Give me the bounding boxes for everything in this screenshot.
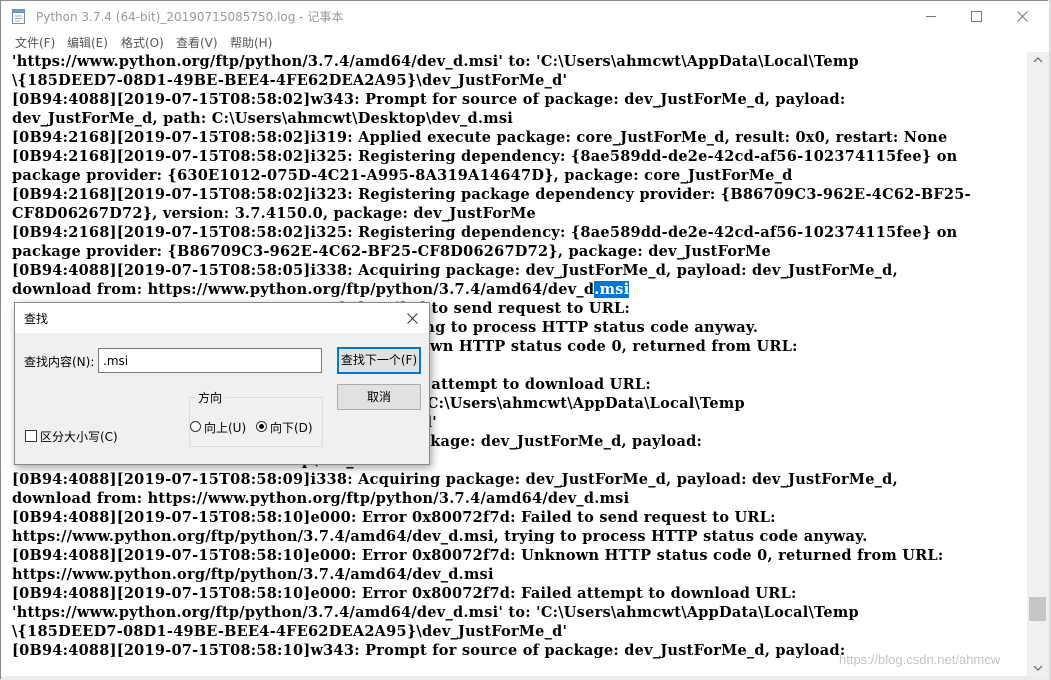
- scroll-up-button[interactable]: [1027, 52, 1049, 69]
- log-line: dev_JustForMe_d, path: C:\Users\ahmcwt\D…: [12, 110, 514, 127]
- window-title: Python 3.7.4 (64-bit)_20190715085750.log…: [36, 10, 344, 24]
- vertical-scrollbar[interactable]: [1027, 52, 1049, 676]
- log-line: [0B94:2168][2019-07-15T08:58:02]i325: Re…: [12, 224, 958, 241]
- find-dialog-title: 查找: [24, 312, 49, 326]
- find-next-button[interactable]: 查找下一个(F): [337, 347, 421, 374]
- menu-format[interactable]: 格式(O): [121, 34, 164, 51]
- close-icon: [407, 313, 418, 324]
- log-line: 'https://www.python.org/ftp/python/3.7.4…: [12, 53, 859, 70]
- log-line: package provider: {B86709C3-962E-4C62-BF…: [12, 243, 771, 260]
- direction-up-label[interactable]: 向上(U): [204, 419, 246, 436]
- log-line: 'https://www.python.org/ftp/python/3.7.4…: [12, 604, 859, 621]
- log-line: \{185DEED7-08D1-49BE-BEE4-4FE62DEA2A95}\…: [12, 623, 568, 640]
- log-line: [0B94:4088][2019-07-15T08:58:10]e000: Er…: [12, 509, 776, 526]
- chevron-up-icon: [1033, 57, 1043, 63]
- close-button[interactable]: [999, 1, 1045, 32]
- match-case-label[interactable]: 区分大小写(C): [40, 428, 118, 445]
- direction-up-radio[interactable]: [190, 421, 201, 432]
- find-dialog-close-button[interactable]: [399, 307, 427, 329]
- log-line: https://www.python.org/ftp/python/3.7.4/…: [12, 528, 868, 545]
- log-line: download from: https://www.python.org/ft…: [12, 281, 630, 298]
- log-line: [0B94:4088][2019-07-15T08:58:05]i338: Ac…: [12, 262, 898, 279]
- log-line: [0B94:2168][2019-07-15T08:58:02]i323: Re…: [12, 186, 971, 203]
- menu-edit[interactable]: 编辑(E): [67, 34, 108, 51]
- log-line: [0B94:4088][2019-07-15T08:58:10]w343: Pr…: [12, 642, 846, 659]
- minimize-button[interactable]: [908, 1, 954, 32]
- log-line: package provider: {630E1012-075D-4C21-A9…: [12, 167, 793, 184]
- log-line: [0B94:4088][2019-07-15T08:58:10]e000: Er…: [12, 585, 797, 602]
- maximize-button[interactable]: [953, 1, 999, 32]
- direction-down-radio[interactable]: [256, 421, 267, 432]
- selected-match: .msi: [594, 281, 630, 298]
- find-what-input[interactable]: .msi: [98, 348, 322, 373]
- log-line: [0B94:2168][2019-07-15T08:58:02]i319: Ap…: [12, 129, 948, 146]
- match-case-checkbox[interactable]: [25, 430, 37, 442]
- find-dialog-title-bar[interactable]: 查找: [15, 303, 429, 333]
- log-line: [0B94:4088][2019-07-15T08:58:10]e000: Er…: [12, 547, 944, 564]
- menu-help[interactable]: 帮助(H): [230, 34, 272, 51]
- menu-bar: 文件(F) 编辑(E) 格式(O) 查看(V) 帮助(H): [1, 32, 1049, 52]
- log-line: CF8D06267D72}, version: 3.7.4150.0, pack…: [12, 205, 537, 222]
- watermark: https://blog.csdn.net/ahmcw: [839, 652, 1001, 667]
- status-strip: [1, 676, 1049, 680]
- log-line: [0B94:4088][2019-07-15T08:58:02]w343: Pr…: [12, 91, 846, 108]
- scroll-thumb[interactable]: [1029, 597, 1046, 621]
- log-line: download from: https://www.python.org/ft…: [12, 490, 630, 507]
- title-bar[interactable]: Python 3.7.4 (64-bit)_20190715085750.log…: [1, 1, 1049, 32]
- scroll-down-button[interactable]: [1027, 659, 1049, 676]
- notepad-icon: [12, 9, 25, 24]
- find-dialog: 查找 查找内容(N): .msi 查找下一个(F) 取消 方向 向上(U) 向下…: [14, 302, 430, 465]
- radio-selected-dot: [259, 424, 264, 429]
- maximize-icon: [971, 11, 982, 22]
- log-line: https://www.python.org/ftp/python/3.7.4/…: [12, 566, 494, 583]
- log-line: \{185DEED7-08D1-49BE-BEE4-4FE62DEA2A95}\…: [12, 72, 568, 89]
- direction-down-label[interactable]: 向下(D): [270, 419, 313, 436]
- direction-label: 方向: [195, 389, 226, 406]
- menu-view[interactable]: 查看(V): [176, 34, 218, 51]
- log-line: [0B94:2168][2019-07-15T08:58:02]i325: Re…: [12, 148, 958, 165]
- cancel-button[interactable]: 取消: [337, 384, 421, 410]
- close-icon: [1017, 11, 1028, 22]
- log-line: [0B94:4088][2019-07-15T08:58:09]i338: Ac…: [12, 471, 898, 488]
- minimize-icon: [926, 16, 936, 17]
- find-what-label: 查找内容(N):: [24, 355, 95, 369]
- chevron-down-icon: [1033, 665, 1043, 671]
- menu-file[interactable]: 文件(F): [15, 34, 55, 51]
